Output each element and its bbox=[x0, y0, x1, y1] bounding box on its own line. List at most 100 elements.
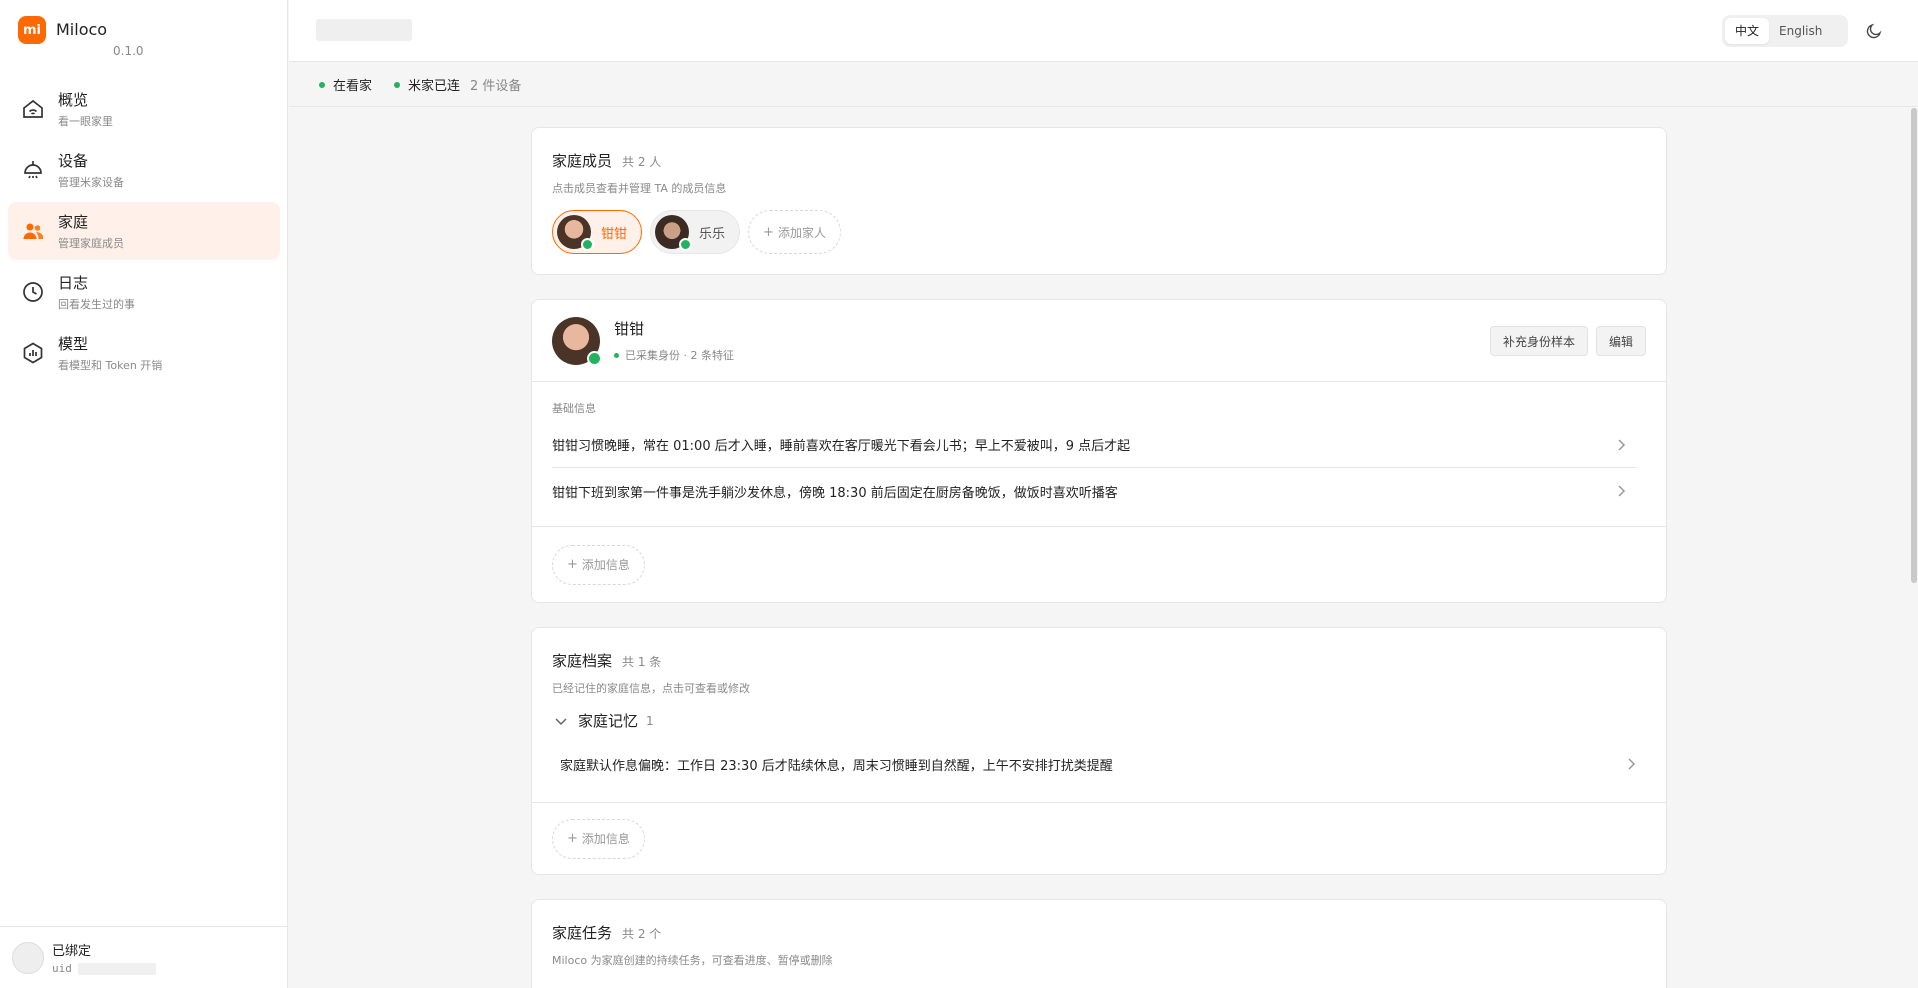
plus-icon: + bbox=[567, 557, 578, 572]
model-chart-icon bbox=[20, 340, 46, 366]
uid-redacted bbox=[77, 962, 156, 975]
avatar bbox=[655, 215, 693, 251]
app-name: Miloco bbox=[56, 20, 108, 39]
sidebar-item-family[interactable]: 家庭 管理家庭成员 bbox=[8, 202, 280, 260]
member-name: 乐乐 bbox=[699, 226, 726, 242]
member-profile-card: 钳钳 已采集身份 · 2 条特征 补充身份样本 编辑 基础信息 钳钳习惯晚睡，常… bbox=[531, 299, 1667, 603]
info-row-text: 钳钳下班到家第一件事是洗手躺沙发休息，傍晚 18:30 前后固定在厨房备晚饭，做… bbox=[552, 485, 1118, 501]
card-title: 家庭成员 bbox=[552, 152, 613, 170]
member-list: 钳钳 乐乐 + 添加家人 bbox=[552, 210, 1646, 254]
home-wifi-icon bbox=[20, 96, 46, 122]
info-row[interactable]: 钳钳习惯晚睡，常在 01:00 后才入睡，睡前喜欢在客厅暖光下看会儿书；早上不爱… bbox=[552, 422, 1636, 468]
scrollbar[interactable] bbox=[1911, 108, 1917, 988]
avatar bbox=[552, 316, 602, 366]
sidebar-item-model[interactable]: 模型 看模型和 Token 开销 bbox=[8, 324, 280, 382]
task-count: 共 2 个 bbox=[622, 927, 662, 941]
chevron-right-icon bbox=[1618, 485, 1626, 497]
theme-toggle-button[interactable] bbox=[1862, 19, 1886, 43]
add-identity-sample-button[interactable]: 补充身份样本 bbox=[1489, 326, 1588, 356]
uid-line: uid bbox=[52, 962, 156, 975]
card-desc: 已经记住的家庭信息，点击可查看或修改 bbox=[552, 682, 750, 695]
memory-group-title: 家庭记忆 bbox=[578, 712, 639, 730]
lang-zh-button[interactable]: 中文 bbox=[1725, 18, 1770, 44]
ceiling-lamp-icon bbox=[20, 157, 46, 183]
language-switch: 中文 English bbox=[1722, 15, 1848, 47]
sidebar-item-sub: 管理家庭成员 bbox=[58, 237, 124, 250]
chevron-right-icon bbox=[1618, 439, 1626, 451]
device-count: 2 件设备 bbox=[470, 79, 522, 94]
card-title: 家庭任务 bbox=[552, 924, 613, 942]
family-archive-card: 家庭档案 共 1 条 已经记住的家庭信息，点击可查看或修改 家庭记忆 1 家庭默… bbox=[531, 627, 1667, 875]
status-home-label: 在看家 bbox=[333, 79, 373, 94]
add-info-button[interactable]: + 添加信息 bbox=[552, 544, 645, 585]
status-mijia-label: 米家已连 bbox=[408, 79, 461, 94]
status-home: 在看家 bbox=[319, 75, 372, 94]
moon-icon bbox=[1866, 23, 1882, 39]
account-footer[interactable]: 已绑定 uid bbox=[0, 926, 288, 988]
avatar bbox=[12, 941, 44, 974]
sidebar: mi Miloco 0.1.0 概览 看一眼家里 设备 管理米家设备 家庭 管理… bbox=[0, 0, 288, 988]
sidebar-nav: 概览 看一眼家里 设备 管理米家设备 家庭 管理家庭成员 日志 回看发生过的事 … bbox=[8, 80, 280, 385]
chevron-down-icon bbox=[555, 717, 567, 725]
profile-status-text: 已采集身份 · 2 条特征 bbox=[625, 349, 734, 362]
status-dot-icon bbox=[614, 352, 619, 358]
sidebar-item-sub: 回看发生过的事 bbox=[58, 298, 135, 311]
edit-button[interactable]: 编辑 bbox=[1595, 326, 1646, 356]
avatar bbox=[557, 215, 594, 251]
status-dot-icon bbox=[394, 81, 401, 88]
card-desc: Miloco 为家庭创建的持续任务，可查看进度、暂停或删除 bbox=[552, 954, 833, 967]
sidebar-item-overview[interactable]: 概览 看一眼家里 bbox=[8, 80, 280, 138]
sidebar-item-label: 模型 bbox=[58, 335, 89, 353]
memory-row[interactable]: 家庭默认作息偏晚：工作日 23:30 后才陆续休息，周末习惯睡到自然醒，上午不安… bbox=[552, 743, 1646, 785]
add-info-label: 添加信息 bbox=[581, 558, 630, 572]
sidebar-item-label: 设备 bbox=[58, 152, 89, 170]
sidebar-item-devices[interactable]: 设备 管理米家设备 bbox=[8, 141, 280, 199]
chevron-right-icon bbox=[1628, 758, 1636, 770]
verified-icon bbox=[581, 238, 594, 251]
bind-status: 已绑定 bbox=[52, 944, 92, 959]
clock-icon bbox=[20, 279, 46, 305]
memory-group-toggle[interactable]: 家庭记忆 1 bbox=[532, 696, 1666, 731]
mi-logo-icon: mi bbox=[18, 16, 46, 44]
sidebar-item-sub: 看模型和 Token 开销 bbox=[58, 359, 163, 372]
add-member-button[interactable]: + 添加家人 bbox=[748, 210, 841, 254]
plus-icon: + bbox=[567, 831, 578, 846]
status-dot-icon bbox=[319, 81, 325, 88]
member-chip-qianqian[interactable]: 钳钳 bbox=[552, 210, 643, 254]
status-bar: 在看家 米家已连 2 件设备 bbox=[289, 63, 1918, 107]
member-count: 共 2 人 bbox=[622, 155, 662, 169]
family-tasks-card: 家庭任务 共 2 个 Miloco 为家庭创建的持续任务，可查看进度、暂停或删除 bbox=[531, 899, 1667, 988]
app-version: 0.1.0 bbox=[113, 44, 144, 58]
lang-en-button[interactable]: English bbox=[1769, 18, 1832, 44]
member-chip-lele[interactable]: 乐乐 bbox=[650, 210, 741, 254]
sidebar-item-label: 日志 bbox=[58, 274, 89, 292]
scrollbar-thumb[interactable] bbox=[1911, 108, 1917, 583]
memory-row-text: 家庭默认作息偏晚：工作日 23:30 后才陆续休息，周末习惯睡到自然醒，上午不安… bbox=[560, 758, 1113, 774]
sidebar-item-logs[interactable]: 日志 回看发生过的事 bbox=[8, 263, 280, 321]
profile-name: 钳钳 bbox=[614, 320, 645, 338]
add-member-label: 添加家人 bbox=[777, 225, 826, 240]
section-label: 基础信息 bbox=[552, 402, 596, 415]
add-info-button[interactable]: + 添加信息 bbox=[552, 818, 645, 859]
sidebar-item-sub: 看一眼家里 bbox=[58, 115, 113, 128]
family-members-card: 家庭成员 共 2 人 点击成员查看并管理 TA 的成员信息 钳钳 乐乐 + 添加… bbox=[531, 127, 1667, 275]
status-mijia: 米家已连 2 件设备 bbox=[394, 75, 521, 94]
plus-icon: + bbox=[763, 224, 774, 240]
brand: mi Miloco bbox=[18, 16, 107, 44]
info-row[interactable]: 钳钳下班到家第一件事是洗手躺沙发休息，傍晚 18:30 前后固定在厨房备晚饭，做… bbox=[552, 468, 1636, 514]
sidebar-item-label: 家庭 bbox=[58, 213, 89, 231]
add-info-label: 添加信息 bbox=[581, 832, 630, 846]
card-desc: 点击成员查看并管理 TA 的成员信息 bbox=[552, 182, 727, 195]
memory-group-count: 1 bbox=[646, 713, 654, 728]
top-header: 中文 English bbox=[289, 0, 1918, 62]
archive-count: 共 1 条 bbox=[622, 655, 662, 669]
verified-icon bbox=[587, 350, 602, 366]
users-icon bbox=[20, 218, 46, 244]
info-row-text: 钳钳习惯晚睡，常在 01:00 后才入睡，睡前喜欢在客厅暖光下看会儿书；早上不爱… bbox=[552, 439, 1131, 454]
profile-status: 已采集身份 · 2 条特征 bbox=[614, 347, 734, 363]
verified-icon bbox=[679, 238, 693, 251]
member-name: 钳钳 bbox=[601, 226, 628, 242]
card-title: 家庭档案 bbox=[552, 652, 613, 670]
header-title-redacted bbox=[316, 19, 412, 41]
uid-label: uid bbox=[52, 962, 72, 975]
